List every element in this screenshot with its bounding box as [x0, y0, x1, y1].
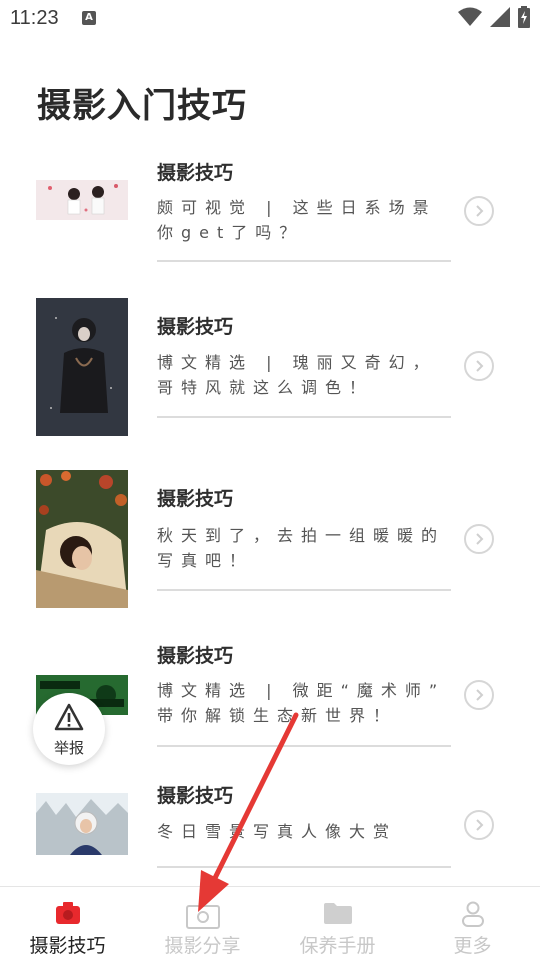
divider: [157, 416, 451, 418]
article-title: 摄影技巧: [157, 645, 234, 667]
page-title: 摄影入门技巧: [37, 86, 247, 126]
chevron-right-icon: [476, 689, 484, 701]
article-desc-line: 你get了吗？: [157, 223, 304, 242]
signal-icon: [490, 7, 510, 27]
battery-icon: [518, 6, 530, 28]
article-description: 博文精选 | 微距“魔术师” 带你解锁生态新世界！: [157, 678, 457, 728]
divider: [157, 866, 451, 868]
article-thumbnail: [36, 180, 128, 220]
article-description: 秋天到了，去拍一组暖暖的 写真吧！: [157, 523, 457, 573]
tab-label: 保养手册: [299, 935, 376, 957]
tab-photo-share[interactable]: 摄影分享: [135, 887, 270, 961]
open-article-button[interactable]: [464, 351, 494, 381]
article-thumbnail: [36, 298, 128, 436]
article-title: 摄影技巧: [157, 488, 234, 510]
wifi-icon: [458, 7, 482, 26]
divider: [157, 589, 451, 591]
divider: [157, 260, 451, 262]
chevron-right-icon: [476, 205, 484, 217]
article-card[interactable]: 摄影技巧 博文精选 | 瑰丽又奇幻， 哥特风就这么调色！: [0, 298, 540, 458]
article-desc-line: 冬日雪景写真人像大赏: [157, 822, 398, 841]
article-desc-line: 哥特风就这么调色！: [157, 378, 374, 397]
article-desc-line: 带你解锁生态新世界！: [157, 706, 398, 725]
open-article-button[interactable]: [464, 680, 494, 710]
tab-photography-tips[interactable]: 摄影技巧: [0, 887, 135, 961]
article-title: 摄影技巧: [157, 785, 234, 807]
tab-care-manual[interactable]: 保养手册: [270, 887, 405, 961]
bottom-tab-bar: 摄影技巧 摄影分享 保养手册 更多: [0, 886, 540, 961]
article-description: 颇可视觉 | 这些日系场景 你get了吗？: [157, 195, 457, 245]
tab-label: 摄影技巧: [29, 935, 106, 957]
status-bar: 11:23 A: [0, 0, 540, 36]
person-icon: [461, 901, 484, 927]
warning-icon: [54, 703, 84, 731]
article-card[interactable]: 摄影技巧 颇可视觉 | 这些日系场景 你get了吗？: [0, 150, 540, 310]
open-article-button[interactable]: [464, 810, 494, 840]
report-label: 举报: [53, 739, 84, 757]
open-article-button[interactable]: [464, 524, 494, 554]
folder-icon: [323, 903, 352, 924]
article-desc-line: 博文精选 | 瑰丽又奇幻，: [157, 353, 437, 372]
status-time: 11:23: [10, 7, 59, 29]
report-button[interactable]: 举报: [33, 693, 105, 765]
article-title: 摄影技巧: [157, 316, 234, 338]
chevron-right-icon: [476, 533, 484, 545]
chevron-right-icon: [476, 360, 484, 372]
camera-icon: [55, 902, 80, 924]
article-description: 博文精选 | 瑰丽又奇幻， 哥特风就这么调色！: [157, 350, 457, 400]
article-desc-line: 秋天到了，去拍一组暖暖的: [157, 526, 446, 545]
divider: [157, 745, 451, 747]
article-desc-line: 颇可视觉 | 这些日系场景: [157, 198, 437, 217]
article-desc-line: 博文精选 | 微距“魔术师”: [157, 681, 446, 700]
article-card[interactable]: 摄影技巧 秋天到了，去拍一组暖暖的 写真吧！: [0, 470, 540, 630]
tab-label: 更多: [453, 935, 492, 957]
photo-share-icon: [185, 905, 220, 929]
chevron-right-icon: [476, 819, 484, 831]
notification-icon: A: [82, 11, 96, 25]
status-icons: [458, 6, 530, 28]
article-description: 冬日雪景写真人像大赏: [157, 819, 457, 844]
tab-label: 摄影分享: [164, 935, 241, 957]
tab-more[interactable]: 更多: [405, 887, 540, 961]
article-title: 摄影技巧: [157, 162, 234, 184]
article-thumbnail: [36, 470, 128, 608]
article-desc-line: 写真吧！: [157, 551, 254, 570]
article-thumbnail: [36, 793, 128, 855]
open-article-button[interactable]: [464, 196, 494, 226]
